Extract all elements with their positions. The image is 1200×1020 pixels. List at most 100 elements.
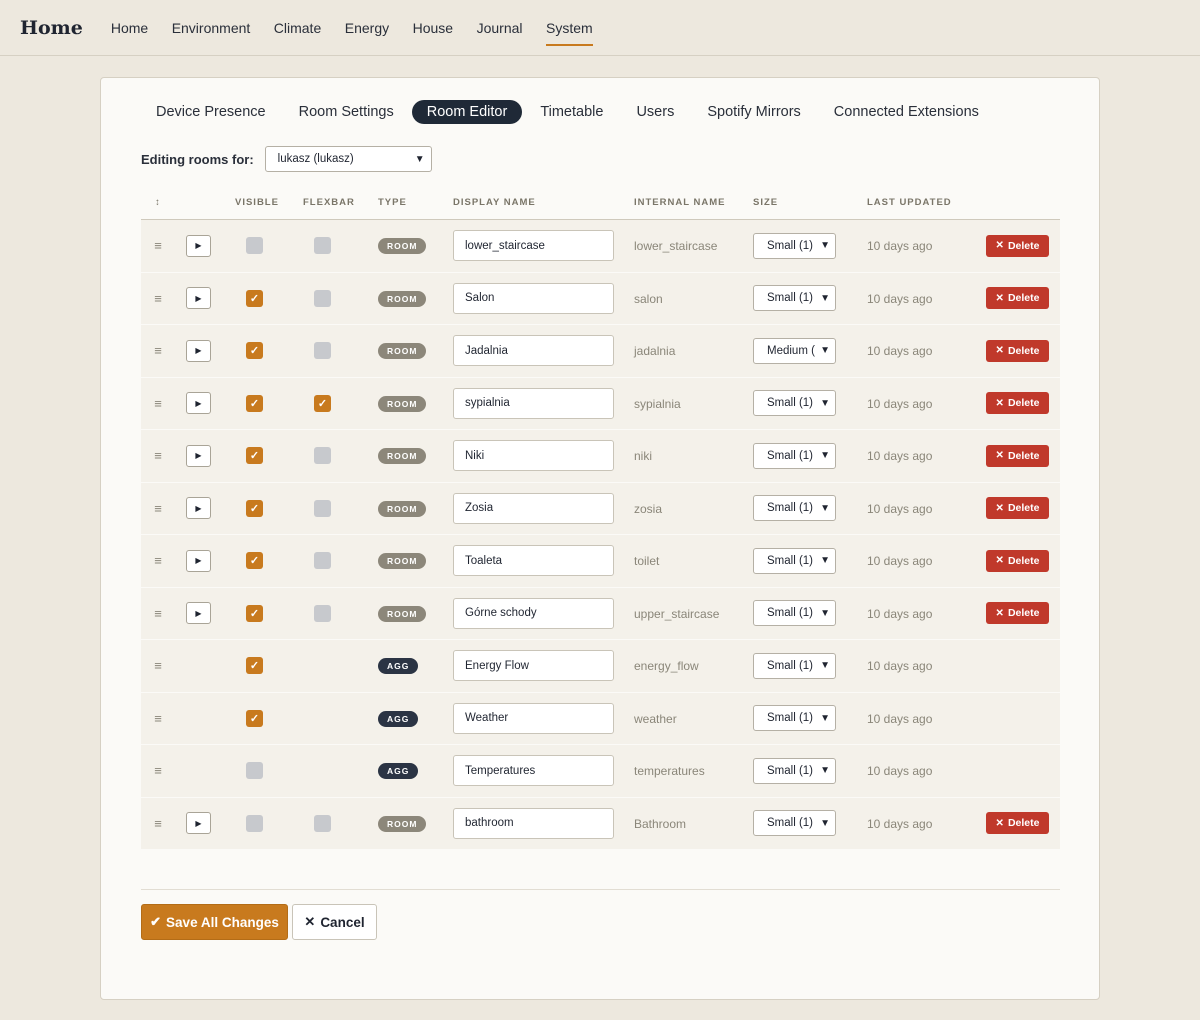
play-cell: ▶	[175, 444, 235, 467]
drag-handle-icon[interactable]: ≡	[154, 501, 162, 516]
display-name-input[interactable]: Energy Flow	[453, 650, 614, 682]
play-button[interactable]: ▶	[186, 444, 211, 467]
display-name-input[interactable]: lower_staircase	[453, 230, 614, 262]
drag-handle-icon[interactable]: ≡	[154, 396, 162, 411]
tab-room-settings[interactable]: Room Settings	[284, 100, 409, 124]
play-button[interactable]: ▶	[186, 287, 211, 310]
display-name-input[interactable]: Salon	[453, 282, 614, 314]
play-button[interactable]: ▶	[186, 234, 211, 257]
last-updated-cell: 10 days ago	[867, 448, 978, 463]
drag-handle-icon[interactable]: ≡	[154, 238, 162, 253]
nav-item-energy[interactable]: Energy	[345, 14, 389, 42]
visible-checkbox[interactable]	[246, 814, 263, 832]
visible-checkbox[interactable]: ✓	[246, 604, 263, 622]
drag-handle-icon[interactable]: ≡	[154, 711, 162, 726]
play-button[interactable]: ▶	[186, 549, 211, 572]
nav-item-climate[interactable]: Climate	[274, 14, 321, 42]
size-select[interactable]: Small (1) ▼	[753, 285, 836, 312]
play-button[interactable]: ▶	[186, 497, 211, 520]
delete-button[interactable]: ✕ Delete	[986, 392, 1049, 415]
drag-handle-icon[interactable]: ≡	[154, 343, 162, 358]
flexbar-checkbox[interactable]	[314, 342, 331, 360]
drag-handle-icon[interactable]: ≡	[154, 816, 162, 831]
user-select[interactable]: lukasz (lukasz) ▼	[264, 146, 432, 172]
display-name-input[interactable]: Zosia	[453, 492, 614, 524]
size-select[interactable]: Small (1) ▼	[753, 757, 836, 784]
nav-item-environment[interactable]: Environment	[172, 14, 251, 42]
size-select[interactable]: Small (1) ▼	[753, 705, 836, 732]
delete-button[interactable]: ✕ Delete	[986, 812, 1049, 835]
flexbar-checkbox[interactable]: ✓	[314, 394, 331, 412]
tab-device-presence[interactable]: Device Presence	[141, 100, 281, 124]
drag-handle-icon[interactable]: ≡	[154, 606, 162, 621]
play-button[interactable]: ▶	[186, 339, 211, 362]
play-button[interactable]: ▶	[186, 392, 211, 415]
size-select[interactable]: Small (1) ▼	[753, 652, 836, 679]
size-select[interactable]: Small (1) ▼	[753, 547, 836, 574]
play-button[interactable]: ▶	[186, 812, 211, 835]
display-name-input[interactable]: Weather	[453, 702, 614, 734]
visible-checkbox[interactable]: ✓	[246, 394, 263, 412]
header-sort-icon[interactable]: ↕	[141, 197, 175, 208]
size-select[interactable]: Small (1) ▼	[753, 810, 836, 837]
visible-checkbox[interactable]: ✓	[246, 447, 263, 465]
display-name-input[interactable]: Niki	[453, 440, 614, 472]
delete-button[interactable]: ✕ Delete	[986, 602, 1049, 625]
tab-spotify-mirrors[interactable]: Spotify Mirrors	[692, 100, 815, 124]
visible-checkbox[interactable]: ✓	[246, 709, 263, 727]
nav-item-journal[interactable]: Journal	[477, 14, 523, 42]
drag-handle-icon[interactable]: ≡	[154, 553, 162, 568]
display-name-input[interactable]: Jadalnia	[453, 335, 614, 367]
size-select[interactable]: Small (1) ▼	[753, 600, 836, 627]
size-select[interactable]: Small (1) ▼	[753, 495, 836, 522]
tab-connected-extensions[interactable]: Connected Extensions	[819, 100, 994, 124]
delete-button[interactable]: ✕ Delete	[986, 549, 1049, 572]
cancel-button[interactable]: ✕ Cancel	[292, 904, 377, 940]
last-updated-cell: 10 days ago	[867, 606, 978, 621]
flexbar-checkbox[interactable]	[314, 237, 331, 255]
flexbar-checkbox[interactable]	[314, 289, 331, 307]
nav-item-home[interactable]: Home	[111, 14, 148, 42]
tab-users[interactable]: Users	[621, 100, 689, 124]
delete-button[interactable]: ✕ Delete	[986, 339, 1049, 362]
size-select[interactable]: Small (1) ▼	[753, 390, 836, 417]
nav-item-system[interactable]: System	[546, 14, 593, 46]
visible-checkbox[interactable]: ✓	[246, 289, 263, 307]
nav-item-house[interactable]: House	[413, 14, 453, 42]
display-name-input[interactable]: sypialnia	[453, 387, 614, 419]
size-select[interactable]: Medium (▼	[753, 337, 836, 364]
flexbar-checkbox[interactable]	[314, 499, 331, 517]
flexbar-checkbox[interactable]	[314, 604, 331, 622]
size-select[interactable]: Small (1) ▼	[753, 442, 836, 469]
delete-button[interactable]: ✕ Delete	[986, 287, 1049, 310]
drag-handle-icon[interactable]: ≡	[154, 658, 162, 673]
tab-timetable[interactable]: Timetable	[525, 100, 618, 124]
size-select[interactable]: Small (1) ▼	[753, 232, 836, 259]
save-all-button[interactable]: ✔ Save All Changes	[141, 904, 288, 940]
display-name-input[interactable]: Górne schody	[453, 597, 614, 629]
delete-button[interactable]: ✕ Delete	[986, 444, 1049, 467]
visible-checkbox[interactable]: ✓	[246, 657, 263, 675]
drag-handle-icon[interactable]: ≡	[154, 448, 162, 463]
display-name-input[interactable]: Temperatures	[453, 755, 614, 787]
flexbar-checkbox[interactable]	[314, 814, 331, 832]
visible-checkbox[interactable]: ✓	[246, 342, 263, 360]
flexbar-checkbox[interactable]	[314, 447, 331, 465]
internal-name-cell: Bathroom	[634, 816, 753, 831]
brand-logo[interactable]: Home	[20, 17, 83, 39]
visible-checkbox[interactable]	[246, 237, 263, 255]
visible-checkbox[interactable]	[246, 762, 263, 780]
drag-handle-icon[interactable]: ≡	[154, 763, 162, 778]
delete-button[interactable]: ✕ Delete	[986, 234, 1049, 257]
visible-checkbox[interactable]: ✓	[246, 499, 263, 517]
tab-room-editor[interactable]: Room Editor	[411, 100, 523, 124]
display-name-input[interactable]: Toaleta	[453, 545, 614, 577]
display-name-input[interactable]: bathroom	[453, 807, 614, 839]
drag-handle-icon[interactable]: ≡	[154, 291, 162, 306]
delete-button[interactable]: ✕ Delete	[986, 497, 1049, 520]
type-badge: ROOM	[378, 290, 427, 307]
visible-checkbox[interactable]: ✓	[246, 552, 263, 570]
flexbar-checkbox[interactable]	[314, 552, 331, 570]
chevron-down-icon: ▼	[820, 660, 830, 672]
play-button[interactable]: ▶	[186, 602, 211, 625]
